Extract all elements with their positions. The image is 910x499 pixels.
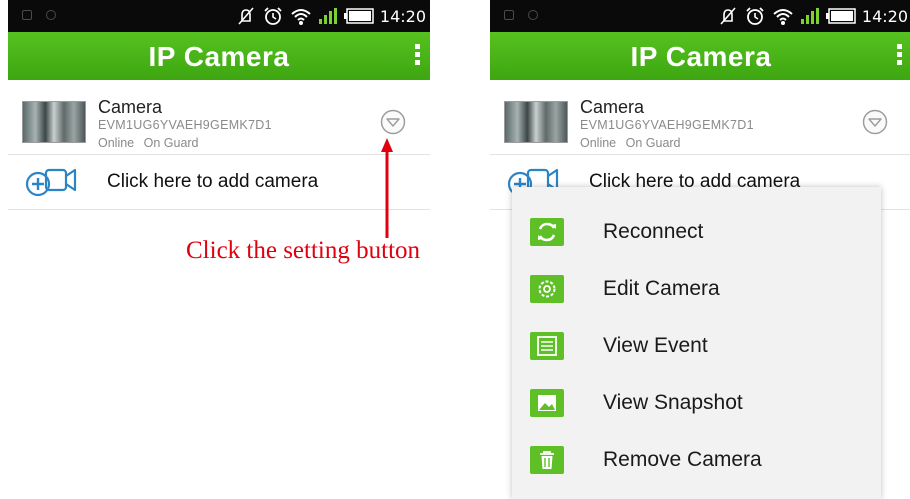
camera-thumbnail [22,101,86,143]
notification-icon [528,10,538,20]
menu-item-label: Reconnect [603,220,704,243]
status-bar: 14:20 [8,0,430,32]
mute-icon [720,7,736,25]
menu-item-reconnect[interactable]: Reconnect [512,203,881,260]
wifi-icon [291,9,311,25]
menu-item-view-event[interactable]: View Event [512,317,881,374]
battery-icon [343,8,374,24]
context-menu: Reconnect Edit Camera View Event View Sn… [512,187,881,499]
camera-thumbnail [504,101,568,143]
phone-screen-after: 14:20 IP Camera Camera EVM1UG6YVAEH9GEMK… [490,0,910,499]
phone-screen-before: 14:20 IP Camera Camera EVM1UG6YVAEH9GEMK… [8,0,430,499]
camera-name: Camera [580,97,645,117]
annotation-text: Click the setting button [186,237,421,264]
reconnect-icon [530,218,564,246]
status-online: Online [580,136,617,150]
alarm-icon [746,7,764,25]
app-bar: IP Camera [490,32,910,80]
camera-id: EVM1UG6YVAEH9GEMK7D1 [98,118,272,132]
app-title: IP Camera [630,41,772,72]
menu-item-label: Remove Camera [603,448,762,471]
signal-icon [318,8,337,24]
wifi-icon [773,9,793,25]
camera-name: Camera [98,97,163,117]
list-icon [530,332,564,360]
menu-item-label: View Snapshot [603,391,743,414]
camera-status: Online On Guard [580,136,687,150]
battery-icon [825,8,856,24]
signal-icon [800,8,819,24]
add-camera-row[interactable]: Click here to add camera [8,155,430,210]
camera-status: Online On Guard [98,136,205,150]
annotation-arrow-icon [381,138,393,238]
add-camera-icon [25,168,77,197]
status-guard: On Guard [625,136,681,150]
settings-dropdown-button[interactable] [862,109,888,135]
image-icon [530,389,564,417]
trash-icon [530,446,564,474]
overflow-menu-icon[interactable] [894,44,904,68]
gear-icon [530,275,564,303]
notification-icon [22,10,32,20]
menu-item-view-snapshot[interactable]: View Snapshot [512,374,881,431]
alarm-icon [264,7,282,25]
clock: 14:20 [861,6,908,26]
camera-id: EVM1UG6YVAEH9GEMK7D1 [580,118,754,132]
menu-item-edit-camera[interactable]: Edit Camera [512,260,881,317]
camera-list-item[interactable]: Camera EVM1UG6YVAEH9GEMK7D1 Online On Gu… [490,80,910,155]
notification-icon [504,10,514,20]
menu-item-label: View Event [603,334,708,357]
notification-icon [46,10,56,20]
settings-dropdown-button[interactable] [380,109,406,135]
mute-icon [238,7,254,25]
app-bar: IP Camera [8,32,430,80]
add-camera-label: Click here to add camera [107,171,319,192]
menu-item-label: Edit Camera [603,277,720,300]
overflow-menu-icon[interactable] [412,44,422,68]
menu-item-remove-camera[interactable]: Remove Camera [512,431,881,488]
app-title: IP Camera [148,41,290,72]
status-online: Online [98,136,135,150]
status-bar: 14:20 [490,0,910,32]
camera-list-item[interactable]: Camera EVM1UG6YVAEH9GEMK7D1 Online On Gu… [8,80,430,155]
clock: 14:20 [379,6,426,26]
status-guard: On Guard [143,136,199,150]
